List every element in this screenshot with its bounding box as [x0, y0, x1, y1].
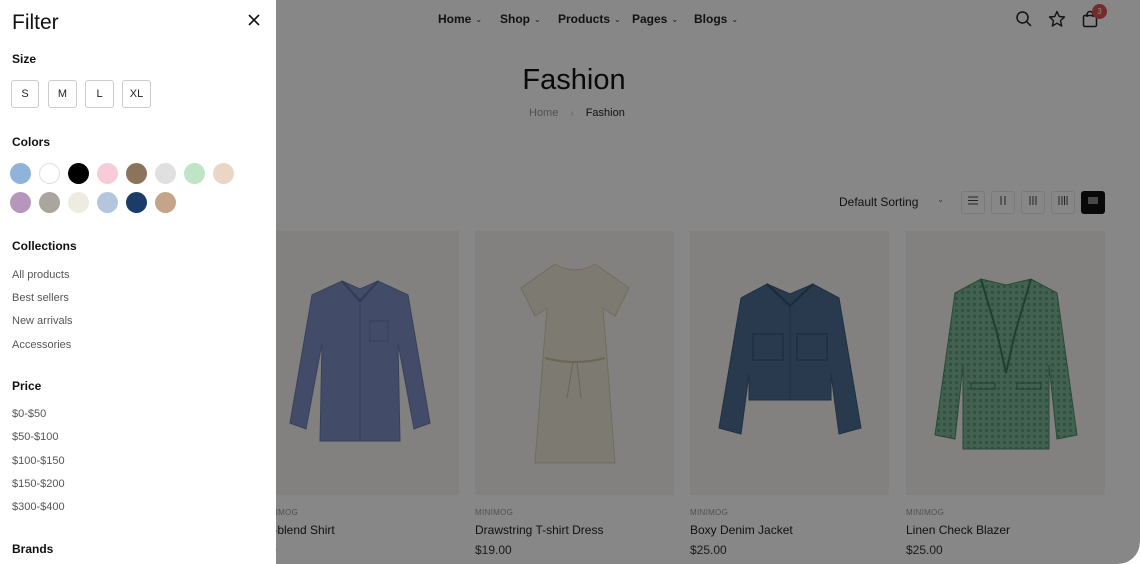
size-option-xl[interactable]: XL: [122, 80, 151, 108]
color-swatch[interactable]: [126, 192, 147, 213]
color-swatch[interactable]: [39, 163, 60, 184]
collection-accessories[interactable]: Accessories: [12, 339, 71, 351]
price-range-option[interactable]: $0-$50: [12, 408, 46, 420]
color-swatch[interactable]: [155, 163, 176, 184]
shop-page: Home ⌄ Shop ⌄ Products ⌄ Pages ⌄ Blogs ⌄ 3 Fa…: [0, 0, 1140, 564]
color-swatch[interactable]: [10, 163, 31, 184]
filter-title: Filter: [12, 11, 59, 34]
collections-section-title: Collections: [12, 239, 77, 253]
color-swatch[interactable]: [126, 163, 147, 184]
price-range-option[interactable]: $100-$150: [12, 455, 65, 467]
brands-section-title: Brands: [12, 542, 54, 556]
color-swatch[interactable]: [97, 163, 118, 184]
color-swatch[interactable]: [97, 192, 118, 213]
price-range-option[interactable]: $300-$400: [12, 501, 65, 513]
close-icon[interactable]: [246, 12, 262, 28]
collection-best-sellers[interactable]: Best sellers: [12, 292, 69, 304]
size-option-l[interactable]: L: [85, 80, 114, 108]
color-swatch[interactable]: [155, 192, 176, 213]
size-option-m[interactable]: M: [48, 80, 77, 108]
price-range-option[interactable]: $150-$200: [12, 478, 65, 490]
size-option-s[interactable]: S: [11, 80, 39, 108]
filter-drawer: Filter Size S M L XL Colors Collections …: [0, 0, 276, 564]
collection-new-arrivals[interactable]: New arrivals: [12, 315, 73, 327]
color-swatch[interactable]: [184, 163, 205, 184]
collection-all-products[interactable]: All products: [12, 269, 69, 281]
size-section-title: Size: [12, 52, 37, 66]
color-swatch[interactable]: [68, 192, 89, 213]
color-swatch[interactable]: [39, 192, 60, 213]
colors-section-title: Colors: [12, 135, 51, 149]
color-swatch[interactable]: [213, 163, 234, 184]
color-swatch[interactable]: [68, 163, 89, 184]
color-swatch[interactable]: [10, 192, 31, 213]
price-section-title: Price: [12, 379, 42, 393]
price-range-option[interactable]: $50-$100: [12, 431, 59, 443]
